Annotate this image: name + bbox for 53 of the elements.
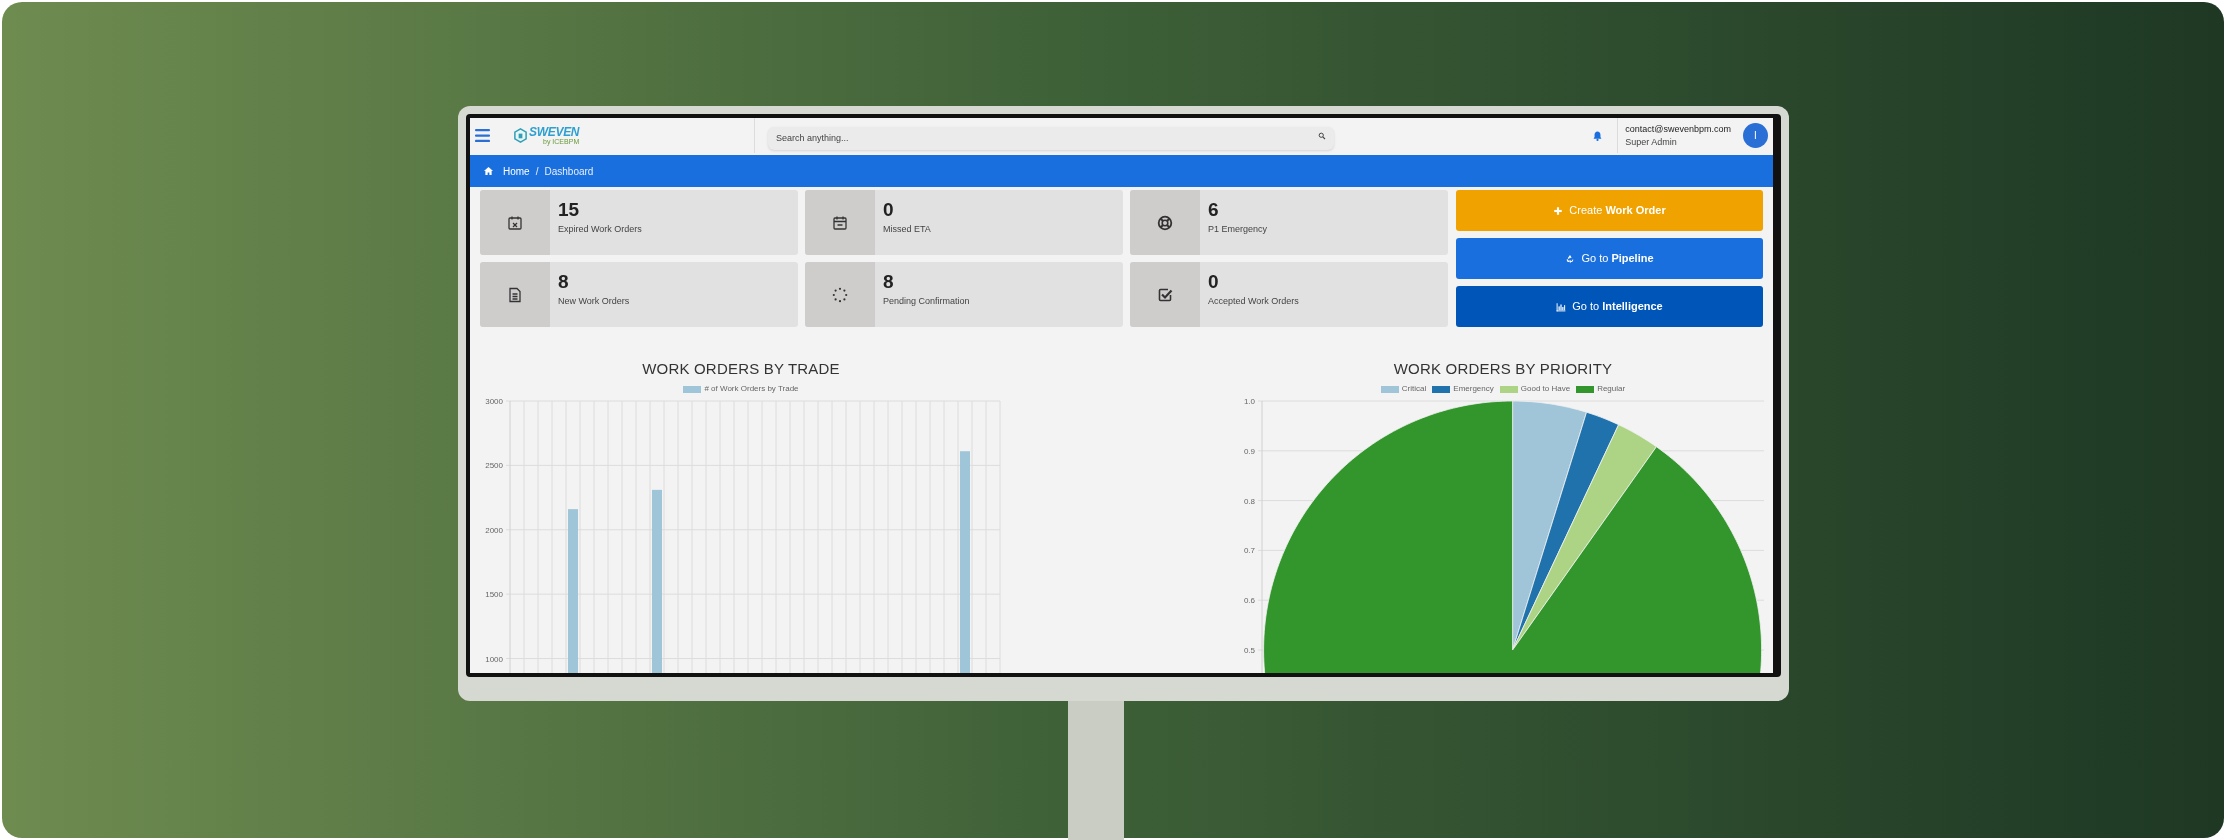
legend-label: Good to Have	[1520, 383, 1571, 395]
legend-label: Critical	[1401, 383, 1427, 395]
axis-tick-label: 0.9	[1243, 446, 1255, 456]
hexagon-logo-icon	[513, 128, 528, 143]
axis-tick-label: 0.7	[1243, 546, 1255, 556]
stat-value: 0	[883, 199, 895, 221]
axis-tick-label: 0.6	[1243, 596, 1255, 606]
plus-icon	[1553, 205, 1564, 216]
stat-value: 8	[558, 271, 570, 293]
breadcrumb-link[interactable]: Home	[503, 163, 530, 179]
lifebuoy-icon	[1157, 214, 1173, 231]
stat-label: New Work Orders	[558, 295, 630, 308]
action-button[interactable]: Go to Pipeline	[1456, 238, 1763, 279]
legend-label: Emergency	[1453, 383, 1494, 395]
chart-title: WORK ORDERS BY TRADE	[642, 359, 840, 379]
search-field[interactable]: Search anything...	[768, 126, 1334, 150]
legend-label: # of Work Orders by Trade	[704, 383, 799, 395]
bar-chart-icon	[1556, 301, 1567, 312]
calendar-minus-icon	[832, 214, 848, 231]
stat-value: 15	[558, 199, 581, 221]
axis-tick-label: 2000	[485, 525, 503, 535]
home-icon	[483, 166, 494, 176]
axis-tick-label: 0.8	[1243, 496, 1255, 506]
axis-tick-label: 2500	[485, 461, 503, 471]
stat-label: Pending Confirmation	[883, 295, 970, 308]
stat-value: 8	[883, 271, 895, 293]
stat-value: 0	[1208, 271, 1220, 293]
user-role: Super Admin	[1625, 135, 1678, 149]
legend-label: Regular	[1597, 383, 1626, 395]
menu-icon[interactable]	[474, 128, 491, 143]
document-icon	[507, 286, 523, 303]
stat-label: Accepted Work Orders	[1208, 295, 1299, 308]
stat-value: 6	[1208, 199, 1220, 221]
bell-icon[interactable]	[1592, 129, 1604, 142]
action-button[interactable]: Go to Intelligence	[1456, 286, 1763, 327]
stat-label: Expired Work Orders	[558, 223, 642, 236]
chart-title: WORK ORDERS BY PRIORITY	[1393, 359, 1613, 379]
spinner-icon	[832, 286, 848, 303]
breadcrumb-separator: /	[535, 164, 539, 179]
recycle-icon	[1565, 253, 1576, 264]
stat-label: P1 Emergency	[1208, 223, 1268, 236]
avatar[interactable]: I	[1743, 123, 1768, 148]
search-icon	[1318, 131, 1326, 140]
axis-tick-label: 3000	[485, 397, 503, 406]
axis-tick-label: 1.0	[1243, 397, 1255, 406]
user-email: contact@swevenbpm.com	[1625, 122, 1731, 136]
axis-tick-label: 1500	[485, 590, 503, 600]
logo-text: SWEVEN	[529, 126, 580, 138]
checkbox-icon	[1157, 286, 1173, 303]
axis-tick-label: 0.5	[1243, 646, 1255, 655]
calendar-x-icon	[507, 214, 523, 231]
stat-label: Missed ETA	[883, 223, 931, 236]
axis-tick-label: 1000	[485, 654, 503, 664]
